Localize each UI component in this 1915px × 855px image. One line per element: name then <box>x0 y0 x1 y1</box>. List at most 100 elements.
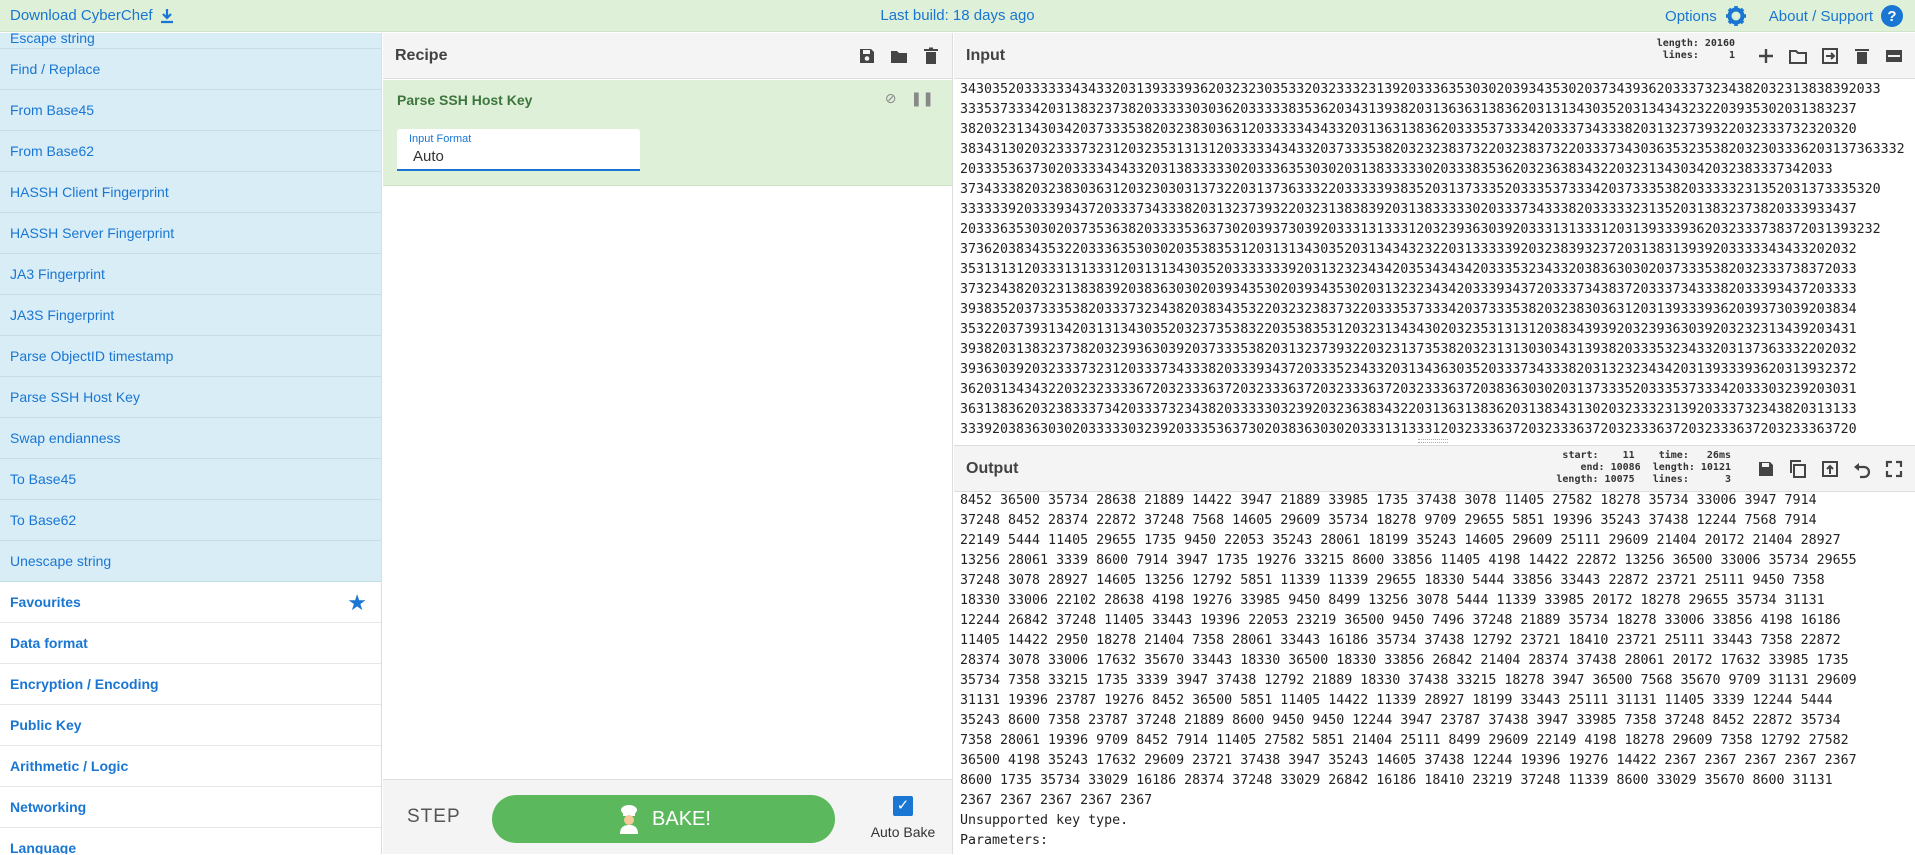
add-tab-icon[interactable] <box>1755 45 1777 67</box>
gear-icon[interactable] <box>1725 5 1747 27</box>
input-line: 3736203834353220333635303020353835312031… <box>960 242 1857 257</box>
input-line: 3430352033333343433203139333936203232303… <box>960 82 1881 97</box>
input-line: 3732343820323138383920383630302039343530… <box>960 282 1857 297</box>
output-line: 31131 19396 23787 19276 8452 36500 5851 … <box>960 693 1833 708</box>
input-line: 3335373334203138323738203333303036203333… <box>960 102 1857 117</box>
output-line: 18330 33006 22102 28638 4198 19276 33985… <box>960 593 1825 608</box>
output-line: 7358 28061 19396 9709 8452 7914 11405 27… <box>960 733 1849 748</box>
bake-button[interactable]: BAKE! <box>492 795 835 843</box>
input-line: 2033363530302037353638203333536373020393… <box>960 222 1881 237</box>
output-line: 8600 1735 35734 33029 16186 28374 37248 … <box>960 773 1833 788</box>
output-line: 35734 7358 33215 1735 3339 3947 37438 12… <box>960 673 1857 688</box>
output-line: 12244 26842 37248 11405 33443 19396 2205… <box>960 613 1841 628</box>
open-file-icon[interactable] <box>1819 45 1841 67</box>
input-line: 3532203739313420313134303520323735383220… <box>960 322 1857 337</box>
output-title: Output <box>966 460 1019 477</box>
save-icon[interactable] <box>856 45 878 67</box>
output-line: 28374 3078 33006 17632 35670 33443 18330… <box>960 653 1849 668</box>
output-textarea[interactable]: 8452 36500 35734 28638 21889 14422 3947 … <box>960 491 1911 855</box>
input-line: 3620313434322032323333672032333637203233… <box>960 382 1857 397</box>
last-build-text: Last build: 18 days ago <box>880 7 1035 24</box>
recipe-operation-card[interactable]: Parse SSH Host Key ⊘ ❚❚ Input Format Aut… <box>383 80 952 186</box>
replace-input-icon[interactable] <box>1819 458 1841 480</box>
output-line: 22149 5444 11405 29655 1735 9450 22053 3… <box>960 533 1841 548</box>
op-item-to-base62[interactable]: To Base62 <box>0 500 381 541</box>
input-panel: Input length: 20160 lines: 1 34303520333… <box>954 33 1915 444</box>
save-output-icon[interactable] <box>1755 458 1777 480</box>
bake-bar: STEP BAKE! ✓ Auto Bake <box>383 779 952 854</box>
input-line: 3820323134303420373335382032383036312033… <box>960 122 1857 137</box>
output-line: 35243 8600 7358 23787 37248 21889 8600 9… <box>960 713 1841 728</box>
maximise-icon[interactable] <box>1883 458 1905 480</box>
about-support-link[interactable]: About / Support <box>1769 8 1873 25</box>
op-item-ja3[interactable]: JA3 Fingerprint <box>0 254 381 295</box>
category-networking[interactable]: Networking <box>0 787 381 828</box>
pause-icon[interactable]: ❚❚ <box>911 90 934 107</box>
category-language[interactable]: Language <box>0 828 381 854</box>
step-button[interactable]: STEP <box>407 806 461 828</box>
help-icon[interactable]: ? <box>1881 5 1903 27</box>
input-format-field[interactable]: Input Format Auto <box>397 129 640 171</box>
op-item-hassh-server[interactable]: HASSH Server Fingerprint <box>0 213 381 254</box>
op-item-from-base62[interactable]: From Base62 <box>0 131 381 172</box>
input-format-value[interactable]: Auto <box>413 148 444 165</box>
input-line: 3531313120333131333120313134303520333333… <box>960 262 1857 277</box>
input-textarea[interactable]: 3430352033333343433203139333936203232303… <box>960 80 1911 440</box>
layout-icon[interactable] <box>1883 45 1905 67</box>
input-line: 3936303920323337323120333734333820333934… <box>960 362 1857 377</box>
input-title: Input <box>966 47 1006 64</box>
op-item-ja3s[interactable]: JA3S Fingerprint <box>0 295 381 336</box>
op-item-parse-objectid[interactable]: Parse ObjectID timestamp <box>0 336 381 377</box>
category-public-key[interactable]: Public Key <box>0 705 381 746</box>
download-label: Download CyberChef <box>10 7 153 24</box>
category-favourites[interactable]: Favourites ★ <box>0 582 381 623</box>
output-line: 37248 8452 28374 22872 37248 7568 14605 … <box>960 513 1817 528</box>
input-line: 3734333820323830363120323030313732203137… <box>960 182 1881 197</box>
op-item-swap-endianness[interactable]: Swap endianness <box>0 418 381 459</box>
disable-icon[interactable]: ⊘ <box>885 90 897 107</box>
category-label: Favourites <box>10 594 81 610</box>
output-line: 37248 3078 28927 14605 13256 12792 5851 … <box>960 573 1825 588</box>
output-line: 13256 28061 3339 8600 7914 3947 1735 192… <box>960 553 1857 568</box>
recipe-title: Recipe <box>395 47 448 64</box>
op-item-parse-ssh-host-key[interactable]: Parse SSH Host Key <box>0 377 381 418</box>
input-line: 3834313020323337323120323531313120333334… <box>960 142 1905 157</box>
output-line: Parameters: <box>960 833 1049 848</box>
op-item-to-base45[interactable]: To Base45 <box>0 459 381 500</box>
star-icon: ★ <box>347 590 367 615</box>
trash-icon[interactable] <box>920 45 942 67</box>
folder-icon[interactable] <box>888 45 910 67</box>
download-icon <box>160 8 173 23</box>
recipe-header: Recipe <box>383 33 952 79</box>
recipe-operation-name: Parse SSH Host Key <box>397 92 533 108</box>
auto-bake-toggle[interactable]: ✓ Auto Bake <box>863 796 943 840</box>
auto-bake-checkbox[interactable]: ✓ <box>893 796 913 816</box>
clear-input-icon[interactable] <box>1851 45 1873 67</box>
auto-bake-label: Auto Bake <box>870 824 936 840</box>
output-line: 36500 4198 35243 17632 29609 23721 37438… <box>960 753 1857 768</box>
recipe-panel: Recipe Parse SSH Host Key ⊘ ❚❚ Input For… <box>383 33 953 854</box>
input-line: 3339203836303020333330323920333536373020… <box>960 422 1857 437</box>
category-data-format[interactable]: Data format <box>0 623 381 664</box>
output-line: 11405 14422 2950 18278 21404 7358 28061 … <box>960 633 1841 648</box>
copy-icon[interactable] <box>1787 458 1809 480</box>
op-item-unescape-string[interactable]: Unescape string <box>0 541 381 582</box>
undo-icon[interactable] <box>1851 458 1873 480</box>
category-encryption-encoding[interactable]: Encryption / Encoding <box>0 664 381 705</box>
input-header: Input length: 20160 lines: 1 <box>954 33 1915 79</box>
op-item-from-base45[interactable]: From Base45 <box>0 90 381 131</box>
options-link[interactable]: Options <box>1665 8 1717 25</box>
input-line: 3631383620323833373420333732343820333330… <box>960 402 1857 417</box>
output-line: 8452 36500 35734 28638 21889 14422 3947 … <box>960 493 1817 508</box>
op-item-find-replace[interactable]: Find / Replace <box>0 49 381 90</box>
op-item-hassh-client[interactable]: HASSH Client Fingerprint <box>0 172 381 213</box>
operations-panel: Escape string Find / Replace From Base45… <box>0 33 382 854</box>
download-cyberchef-link[interactable]: Download CyberChef <box>10 7 175 24</box>
category-arithmetic-logic[interactable]: Arithmetic / Logic <box>0 746 381 787</box>
chef-icon <box>620 805 639 834</box>
op-item-escape-string[interactable]: Escape string <box>0 33 381 49</box>
input-line: 3938203138323738203239363039203733353820… <box>960 342 1857 357</box>
input-line: 3333339203339343720333734333820313237393… <box>960 202 1857 217</box>
open-folder-icon[interactable] <box>1787 45 1809 67</box>
pane-resize-handle[interactable] <box>1418 439 1448 443</box>
